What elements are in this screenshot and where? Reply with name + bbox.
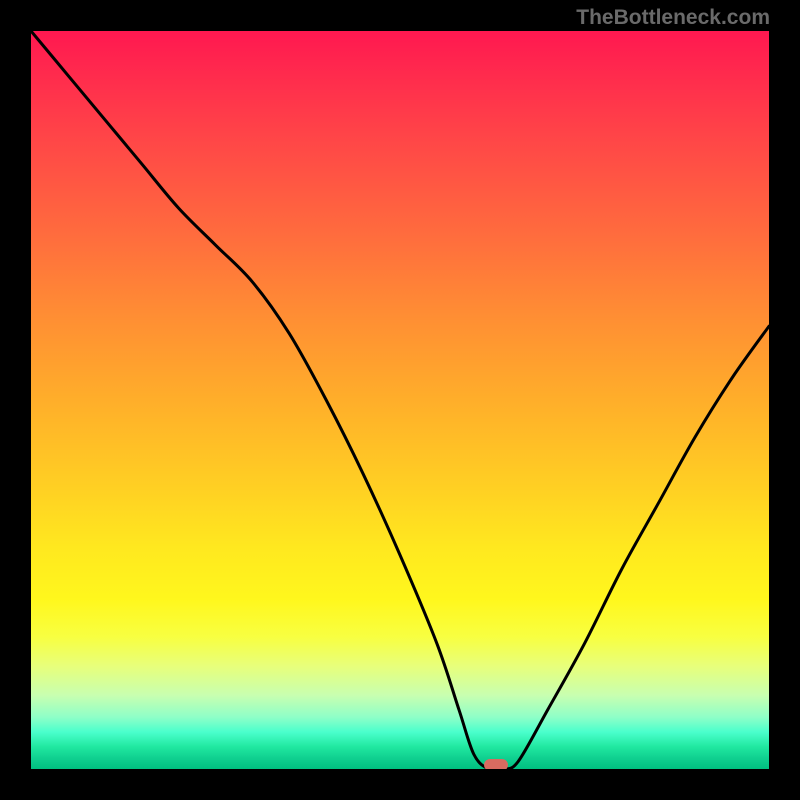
plot-area [31,31,769,769]
bottleneck-curve [31,31,769,769]
optimal-marker [484,759,508,769]
watermark-text: TheBottleneck.com [576,6,770,30]
chart-frame: TheBottleneck.com [0,0,800,800]
